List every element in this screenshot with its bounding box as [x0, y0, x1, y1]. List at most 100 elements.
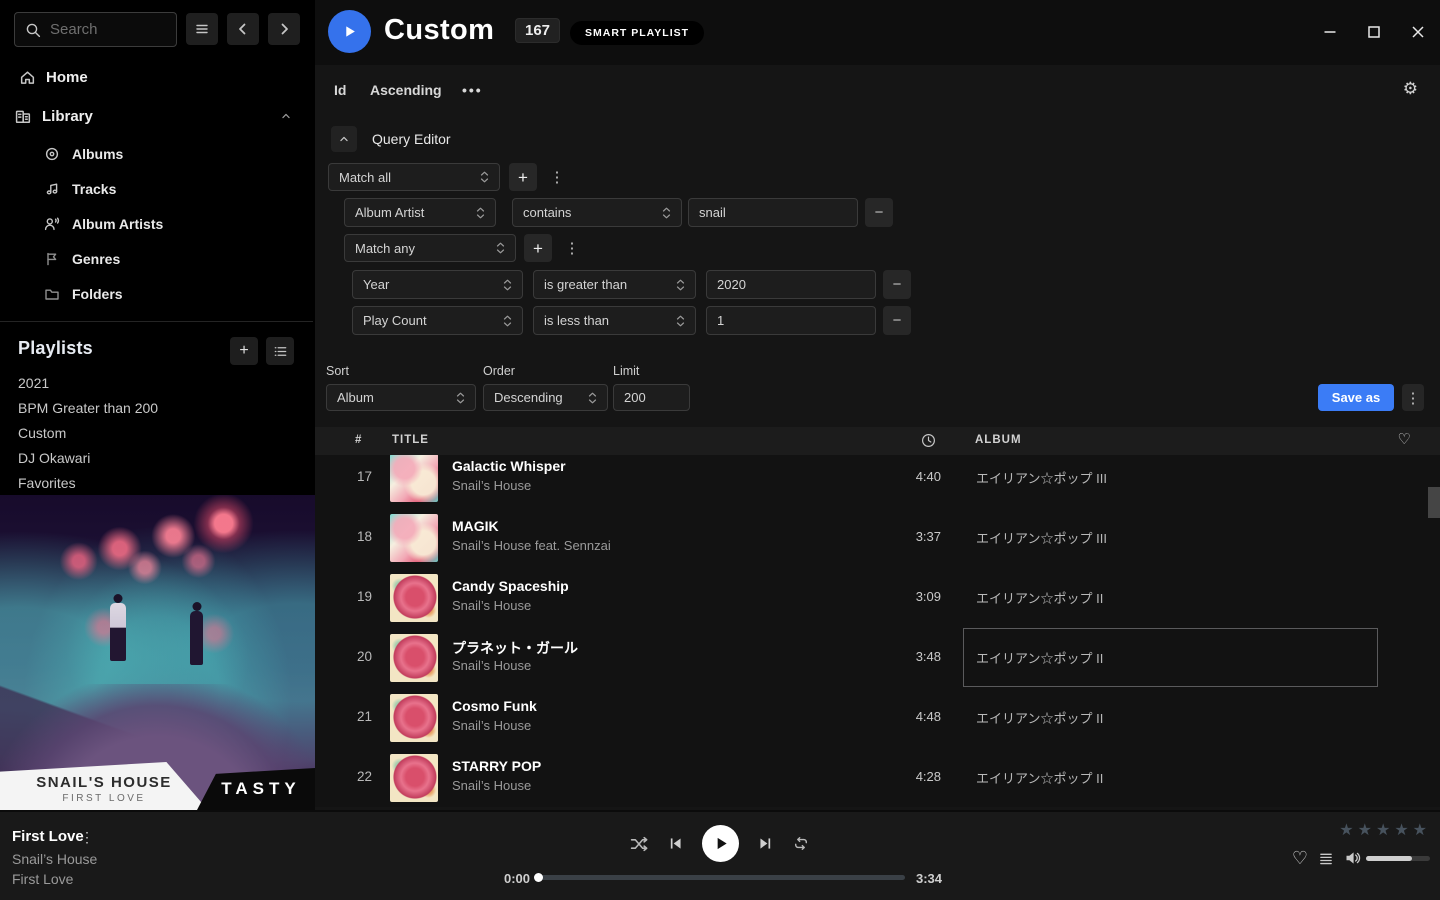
close-button[interactable] [1410, 24, 1426, 40]
star-icon[interactable]: ★ [1413, 823, 1427, 839]
rating-stars[interactable]: ★ ★ ★ ★ ★ [1339, 823, 1427, 839]
seek-knob[interactable] [534, 873, 543, 882]
rule-group-menu-button[interactable]: ⋮ [548, 163, 566, 191]
track-row[interactable]: 19 Candy Spaceship Snail’s House 3:09 エイ… [315, 568, 1440, 628]
star-icon[interactable]: ★ [1339, 823, 1353, 839]
group-match-select[interactable]: Match any [344, 234, 516, 262]
star-icon[interactable]: ★ [1394, 823, 1408, 839]
add-group-rule-button[interactable]: + [524, 234, 552, 262]
track-title[interactable]: プラネット・ガール [452, 638, 578, 658]
track-album-cell-focused[interactable]: エイリアン☆ポップ II [963, 628, 1378, 687]
nav-forward-button[interactable] [268, 13, 300, 45]
rule-operator-select[interactable]: is greater than [533, 270, 696, 299]
track-album-cell[interactable]: エイリアン☆ポップ II [963, 688, 1378, 747]
track-album-cell[interactable]: エイリアン☆ポップ III [963, 508, 1378, 567]
sidebar-item-albums[interactable]: Albums [44, 139, 123, 169]
now-playing-artist[interactable]: Snail’s House [12, 851, 97, 867]
playlist-item[interactable]: 2021 [18, 370, 49, 395]
more-options-icon[interactable]: ••• [462, 82, 483, 98]
save-as-button[interactable]: Save as [1318, 384, 1394, 411]
playlist-list-button[interactable] [266, 337, 294, 365]
query-editor-collapse-button[interactable] [331, 126, 357, 152]
maximize-button[interactable] [1366, 24, 1382, 40]
play-button[interactable] [702, 825, 739, 862]
save-menu-button[interactable]: ⋮ [1402, 384, 1424, 411]
track-row[interactable]: 17 Galactic Whisper Snail’s House 4:40 エ… [315, 455, 1440, 508]
playlist-item[interactable]: DJ Okawari [18, 445, 90, 470]
sort-direction-button[interactable]: Ascending [370, 82, 442, 98]
repeat-button[interactable] [792, 835, 810, 852]
sort-select[interactable]: Album [326, 384, 476, 411]
now-playing-menu-icon[interactable]: ⋮ [80, 829, 94, 846]
playlist-item[interactable]: Favorites [18, 470, 76, 495]
column-header-title[interactable]: TITLE [392, 434, 429, 446]
remove-rule-button[interactable]: − [883, 270, 911, 299]
now-playing-title[interactable]: First Love [12, 828, 84, 845]
playlist-item[interactable]: BPM Greater than 200 [18, 395, 158, 420]
track-title[interactable]: Cosmo Funk [452, 698, 537, 714]
now-playing-album[interactable]: First Love [12, 871, 73, 887]
duration-clock-icon[interactable] [921, 433, 936, 448]
volume-slider[interactable] [1366, 856, 1430, 861]
nav-back-button[interactable] [227, 13, 259, 45]
track-title[interactable]: Candy Spaceship [452, 578, 569, 594]
scrollbar-thumb[interactable] [1428, 487, 1440, 518]
shuffle-button[interactable] [630, 836, 649, 852]
favorite-heart-icon[interactable]: ♡ [1292, 849, 1308, 867]
track-artist[interactable]: Snail’s House [452, 778, 531, 793]
sidebar-item-tracks[interactable]: Tracks [44, 174, 116, 204]
rule-value-input[interactable]: 2020 [706, 270, 876, 299]
create-playlist-button[interactable]: + [230, 337, 258, 365]
previous-track-button[interactable] [668, 836, 683, 851]
track-artist[interactable]: Snail’s House feat. Sennzai [452, 538, 611, 553]
rule-field-select[interactable]: Play Count [352, 306, 523, 335]
star-icon[interactable]: ★ [1358, 823, 1372, 839]
sidebar-item-genres[interactable]: Genres [44, 244, 120, 274]
minimize-button[interactable] [1322, 24, 1338, 40]
track-album-cell[interactable]: エイリアン☆ポップ II [963, 748, 1378, 807]
play-playlist-button[interactable] [328, 10, 371, 53]
root-match-select[interactable]: Match all [328, 163, 500, 191]
track-album-cell[interactable]: エイリアン☆ポップ II [963, 568, 1378, 627]
seek-slider[interactable] [535, 875, 905, 880]
add-rule-button[interactable]: + [509, 163, 537, 191]
sort-field-button[interactable]: Id [334, 82, 346, 98]
track-row[interactable]: 18 MAGIK Snail’s House feat. Sennzai 3:3… [315, 508, 1440, 568]
remove-rule-button[interactable]: − [883, 306, 911, 335]
rule-value-input[interactable]: snail [688, 198, 858, 227]
column-header-number[interactable]: # [355, 434, 362, 446]
sidebar-item-library[interactable]: Library [0, 101, 315, 131]
order-select[interactable]: Descending [483, 384, 608, 411]
sidebar-item-album-artists[interactable]: Album Artists [44, 209, 163, 239]
rule-field-select[interactable]: Album Artist [344, 198, 496, 227]
now-playing-artwork[interactable]: SNAIL'S HOUSE FIRST LOVE TASTY [0, 495, 315, 810]
track-album-cell[interactable]: エイリアン☆ポップ III [963, 455, 1378, 507]
group-menu-button[interactable]: ⋮ [563, 234, 581, 262]
track-title[interactable]: MAGIK [452, 518, 499, 534]
volume-icon[interactable] [1345, 850, 1362, 866]
track-title[interactable]: STARRY POP [452, 758, 541, 774]
rule-operator-select[interactable]: is less than [533, 306, 696, 335]
column-header-album[interactable]: ALBUM [975, 434, 1022, 446]
menu-button[interactable] [186, 13, 218, 45]
track-artist[interactable]: Snail’s House [452, 598, 531, 613]
star-icon[interactable]: ★ [1376, 823, 1390, 839]
track-title[interactable]: Galactic Whisper [452, 458, 566, 474]
sidebar-item-folders[interactable]: Folders [44, 279, 123, 309]
settings-gear-icon[interactable]: ⚙ [1403, 80, 1418, 97]
rule-value-input[interactable]: 1 [706, 306, 876, 335]
favorite-column-heart-icon[interactable]: ♡ [1398, 432, 1411, 447]
playlist-item[interactable]: Custom [18, 420, 66, 445]
chevron-up-icon[interactable] [279, 109, 293, 123]
limit-input[interactable]: 200 [613, 384, 690, 411]
rule-field-select[interactable]: Year [352, 270, 523, 299]
track-row[interactable]: 20 プラネット・ガール Snail’s House 3:48 エイリアン☆ポッ… [315, 628, 1440, 688]
track-row[interactable]: 21 Cosmo Funk Snail’s House 4:48 エイリアン☆ポ… [315, 688, 1440, 748]
track-artist[interactable]: Snail’s House [452, 718, 531, 733]
next-track-button[interactable] [758, 836, 773, 851]
track-row[interactable]: 22 STARRY POP Snail’s House 4:28 エイリアン☆ポ… [315, 748, 1440, 807]
track-artist[interactable]: Snail’s House [452, 658, 531, 673]
sidebar-item-home[interactable]: Home [0, 62, 315, 92]
rule-operator-select[interactable]: contains [512, 198, 682, 227]
remove-rule-button[interactable]: − [865, 198, 893, 227]
